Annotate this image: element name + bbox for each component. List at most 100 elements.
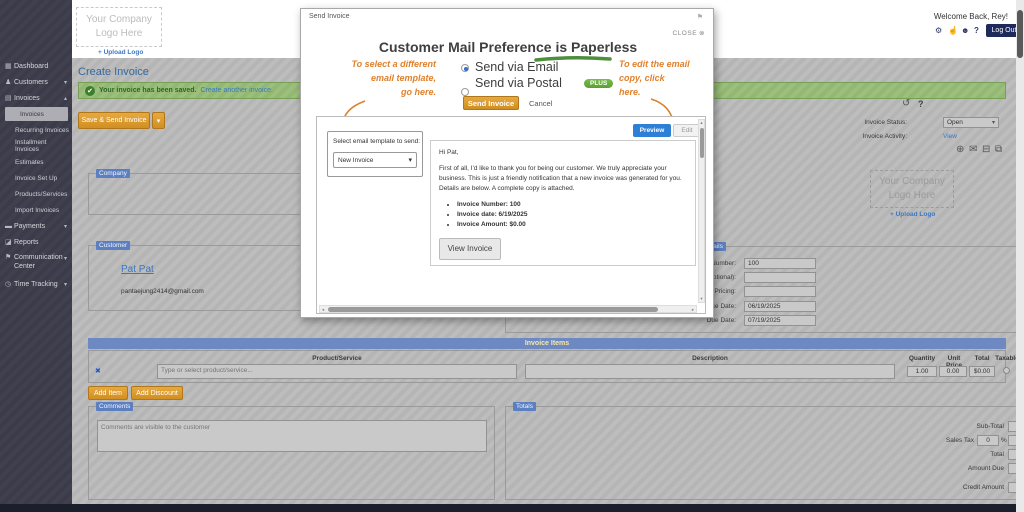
view-invoice-button[interactable]: View Invoice <box>439 238 501 260</box>
description-input[interactable] <box>525 364 895 379</box>
annotation-line: email template, <box>323 71 436 85</box>
template-value: New Invoice <box>338 157 373 164</box>
undo-icon[interactable]: ↺ <box>902 98 910 109</box>
sales-tax-label: Sales Tax <box>916 437 974 444</box>
sidebar-subitem-invoices[interactable]: Invoices <box>5 107 68 121</box>
create-another-invoice-link[interactable]: Create another invoice. <box>201 87 273 94</box>
user-icon[interactable]: ☻ <box>961 26 969 35</box>
modal-close-button[interactable]: CLOSE ⊗ <box>673 29 706 37</box>
save-send-invoice-button[interactable]: Save & Send Invoice <box>78 112 150 129</box>
help-icon[interactable]: ? <box>918 99 924 109</box>
panel-vertical-scrollbar[interactable]: ▲ ▼ <box>698 119 705 303</box>
sidebar-item-label: Dashboard <box>14 63 48 70</box>
close-label: CLOSE <box>673 30 698 37</box>
sidebar-item-time-tracking[interactable]: ◷ Time Tracking ▾ <box>0 277 72 291</box>
quantity-input[interactable] <box>907 366 937 377</box>
sidebar: ▦ Dashboard ♟ Customers ▾ ▤ Invoices ▴ I… <box>0 0 72 512</box>
annotation-line: copy, click <box>619 71 709 85</box>
invoice-number-field[interactable] <box>744 258 816 269</box>
scroll-down-arrow[interactable]: ▼ <box>699 296 704 302</box>
cancel-link[interactable]: Cancel <box>529 99 552 108</box>
send-via-email-radio[interactable] <box>461 64 469 72</box>
upload-logo-link[interactable]: + Upload Logo <box>890 211 935 218</box>
globe-icon[interactable]: ⊕ <box>956 144 964 155</box>
chevron-down-icon: ▾ <box>64 281 67 288</box>
sidebar-item-communication-center[interactable]: ⚑ Communication Center ▾ <box>0 251 72 273</box>
percent-sign: % <box>1001 437 1007 444</box>
total-label: Total <box>916 451 1004 458</box>
send-invoice-modal: Send Invoice ⚑ CLOSE ⊗ Customer Mail Pre… <box>300 8 714 318</box>
sidebar-subitem-recurring-invoices[interactable]: Recurring Invoices <box>0 123 72 137</box>
sidebar-item-customers[interactable]: ♟ Customers ▾ <box>0 75 72 89</box>
customer-name-link[interactable]: Pat Pat <box>121 264 154 275</box>
taxable-checkbox[interactable] <box>1003 367 1010 374</box>
template-select[interactable]: New Invoice ▾ <box>333 152 417 168</box>
totals-section-label: Totals <box>513 402 536 411</box>
modal-title: Send Invoice <box>309 13 349 20</box>
help-icon[interactable]: ? <box>974 26 979 35</box>
vertical-scroll-thumb[interactable] <box>700 128 704 158</box>
totals-section: Sub-Total Sales Tax % Total Amount Due C… <box>505 406 1024 500</box>
pin-icon[interactable]: ⚑ <box>697 13 703 21</box>
sidebar-subitem-estimates[interactable]: Estimates <box>0 155 72 169</box>
product-service-input[interactable] <box>157 364 517 379</box>
plus-badge: PLUS <box>584 79 613 88</box>
upload-logo-link[interactable]: + Upload Logo <box>98 49 143 56</box>
page-scrollbar[interactable] <box>1016 0 1024 512</box>
feedback-hand-icon[interactable]: ☝ <box>948 26 958 35</box>
template-select-label: Select email template to send: <box>333 138 420 145</box>
annotation-left: To select a different email template, go… <box>323 57 436 99</box>
preview-tab-button[interactable]: Preview <box>633 124 671 137</box>
delete-row-icon[interactable]: ✖ <box>95 367 101 375</box>
invoice-status-select[interactable]: Open ▾ <box>943 117 999 128</box>
sidebar-item-dashboard[interactable]: ▦ Dashboard <box>0 59 72 73</box>
invoice-items-bar: Invoice Items <box>88 338 1006 349</box>
send-via-email-label[interactable]: Send via Email <box>475 60 558 74</box>
po-number-field[interactable] <box>744 272 816 283</box>
panel-horizontal-scrollbar[interactable]: ◄ ► <box>319 305 697 313</box>
sales-tax-rate-input[interactable] <box>977 435 999 446</box>
col-description: Description <box>525 355 895 362</box>
annotation-line: go here. <box>323 85 436 99</box>
page-scroll-thumb[interactable] <box>1017 10 1023 58</box>
invoice-date-field[interactable] <box>744 301 816 312</box>
add-discount-button[interactable]: Add Discount <box>131 386 183 400</box>
invoice-status-label: Invoice Status: <box>842 119 907 126</box>
invoices-icon: ▤ <box>5 94 14 102</box>
comments-section <box>88 406 495 500</box>
sidebar-item-label: Customers <box>14 79 48 86</box>
add-item-button[interactable]: Add Item <box>88 386 128 400</box>
send-via-postal-label[interactable]: Send via Postal <box>475 76 562 90</box>
scroll-left-arrow[interactable]: ◄ <box>321 307 325 312</box>
chevron-down-icon: ▾ <box>64 223 67 230</box>
total-input[interactable] <box>969 366 995 377</box>
sidebar-subitem-products-services[interactable]: Products/Services <box>0 187 72 201</box>
col-product-service: Product/Service <box>157 355 517 362</box>
sidebar-item-reports[interactable]: ◪ Reports <box>0 235 72 249</box>
annotation-line: To edit the email <box>619 57 709 71</box>
edit-tab-button[interactable]: Edit <box>673 124 701 137</box>
sidebar-subitem-installment-invoices[interactable]: Installment Invoices <box>0 139 72 153</box>
comments-input[interactable] <box>97 420 487 452</box>
invoice-logo-placeholder[interactable]: Your Company Logo Here <box>870 170 954 208</box>
scroll-right-arrow[interactable]: ► <box>691 307 695 312</box>
gear-icon[interactable]: ⚙ <box>935 26 942 35</box>
mail-icon[interactable]: ✉ <box>969 144 977 155</box>
due-date-field[interactable] <box>744 315 816 326</box>
send-via-postal-radio[interactable] <box>461 88 469 96</box>
print-icon[interactable]: ⊟ <box>982 144 990 155</box>
horizontal-scroll-thumb[interactable] <box>328 307 658 312</box>
modal-send-invoice-button[interactable]: Send Invoice <box>463 96 519 110</box>
template-select-box: Select email template to send: New Invoi… <box>327 131 423 177</box>
sidebar-subitem-import-invoices[interactable]: Import Invoices <box>0 203 72 217</box>
save-send-dropdown-button[interactable]: ▾ <box>152 112 165 129</box>
scroll-up-arrow[interactable]: ▲ <box>699 120 704 126</box>
sidebar-item-payments[interactable]: ▬ Payments ▾ <box>0 219 72 233</box>
company-logo-placeholder[interactable]: Your Company Logo Here <box>76 7 162 47</box>
sidebar-item-invoices[interactable]: ▤ Invoices ▴ <box>0 91 72 105</box>
invoice-activity-view-link[interactable]: View <box>943 133 957 140</box>
unit-price-input[interactable] <box>939 366 967 377</box>
pricing-field[interactable] <box>744 286 816 297</box>
sidebar-subitem-invoice-set-up[interactable]: Invoice Set Up <box>0 171 72 185</box>
devices-icon[interactable]: ⧉ <box>995 144 1002 155</box>
